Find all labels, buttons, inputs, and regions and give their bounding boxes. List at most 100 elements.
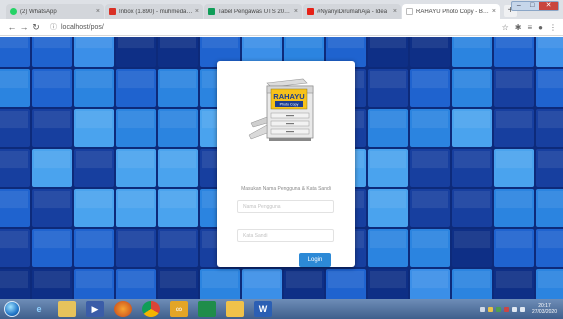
background-tile-highlight [286,37,322,49]
tab-rahayu[interactable]: RAHAYU Photo Copy - Bootstr × [402,4,500,19]
logo-brand-text: RAHAYU [273,92,304,101]
background-tile-highlight [34,111,70,129]
close-tab-icon[interactable]: × [294,8,298,15]
url-field[interactable]: ⓘ localhost/pos/ [50,22,104,32]
background-tile-highlight [496,37,532,49]
sheets-icon[interactable] [198,301,216,317]
clock[interactable]: 20:17 27/03/2020 [532,303,557,315]
background-tile-highlight [0,71,28,89]
background-tile-highlight [0,111,28,129]
tray-app-icon[interactable] [495,306,501,312]
username-input[interactable] [237,200,334,213]
maximize-button[interactable]: □ [526,2,540,10]
background-tile-highlight [496,151,532,169]
tab-title: RAHAYU Photo Copy - Bootstr [416,8,490,15]
background-tile-highlight [370,271,406,289]
close-window-button[interactable]: ✕ [539,2,558,10]
media-icon[interactable]: ▶ [86,301,104,317]
background-tile-highlight [160,191,196,209]
background-tile-highlight [160,111,196,129]
background-tile-highlight [118,111,154,129]
login-button[interactable]: Login [299,253,331,267]
explorer-icon[interactable] [58,301,76,317]
background-tile-highlight [286,271,322,289]
background-tile-highlight [202,271,238,289]
tab-whatsapp[interactable]: (2) WhatsApp × [6,4,104,19]
background-tile-highlight [412,71,448,89]
logo-sub-text: Photo Copy [280,103,299,107]
firefox-icon[interactable] [114,301,132,317]
close-tab-icon[interactable]: × [195,8,199,15]
background-tile-highlight [412,151,448,169]
background-tile-highlight [76,111,112,129]
whatsapp-icon [10,8,17,15]
page-content: RAHAYU Photo Copy Masukan Nama Pengguna … [0,37,563,299]
chrome-icon[interactable] [142,301,160,317]
tray-app-icon[interactable] [503,306,509,312]
volume-icon[interactable] [519,306,525,312]
gmail-icon [109,8,116,15]
ie-icon[interactable]: e [30,301,48,317]
background-tile-highlight [370,191,406,209]
forward-icon[interactable]: → [18,22,30,32]
info-icon[interactable]: ⓘ [50,22,57,32]
background-tile-highlight [412,231,448,249]
background-tile-highlight [496,231,532,249]
background-tile-highlight [454,271,490,289]
background-tile-highlight [118,271,154,289]
folder-icon[interactable] [226,301,244,317]
extension-icon[interactable]: ✱ [515,23,522,32]
network-icon[interactable] [511,306,517,312]
background-tile-highlight [538,151,563,169]
background-tile-highlight [0,191,28,209]
background-tile-highlight [538,111,563,129]
close-tab-icon[interactable]: × [393,8,397,15]
word-icon[interactable]: W [254,301,272,317]
background-tile-highlight [496,271,532,289]
background-tile-highlight [160,271,196,289]
background-tile-highlight [412,37,448,49]
playlist-icon[interactable]: ≡ [527,23,532,32]
background-tile-highlight [76,231,112,249]
app-icon[interactable]: ∞ [170,301,188,317]
background-tile-highlight [370,71,406,89]
background-tile-highlight [538,37,563,49]
taskbar: e ▶ ∞ W 20:17 27/03/2020 [0,299,563,319]
background-tile-highlight [370,111,406,129]
tab-sheets[interactable]: Tabel Pengawas UTS 2020 - Go × [204,4,302,19]
background-tile-highlight [538,71,563,89]
background-tile-highlight [34,37,70,49]
close-tab-icon[interactable]: × [492,8,496,15]
background-tile-highlight [454,71,490,89]
background-tile-highlight [0,271,28,289]
password-input[interactable] [237,229,334,242]
background-tile-highlight [76,71,112,89]
background-tile-highlight [202,37,238,49]
star-icon[interactable]: ☆ [502,23,509,32]
page-icon [406,8,413,15]
profile-icon[interactable]: ● [538,23,543,32]
background-tile-highlight [454,191,490,209]
url-text: localhost/pos/ [61,23,104,31]
close-tab-icon[interactable]: × [96,8,100,15]
tray-arrow-icon[interactable] [479,306,485,312]
background-tile-highlight [370,37,406,49]
tab-youtube[interactable]: #NyanyiDirumahAja - Idea × [303,4,401,19]
minimize-button[interactable]: – [512,2,526,10]
background-tile-highlight [118,191,154,209]
address-bar: ← → ↻ ⓘ localhost/pos/ ☆ ✱ ≡ ● ⋮ [0,19,563,36]
background-tile-highlight [244,37,280,49]
menu-icon[interactable]: ⋮ [549,23,557,32]
start-orb-icon[interactable] [4,301,20,317]
background-tile-highlight [76,151,112,169]
background-tile-highlight [160,71,196,89]
tab-gmail[interactable]: Inbox (1.890) - muhmeda@bu × [105,4,203,19]
sheets-icon [208,8,215,15]
background-tile-highlight [0,151,28,169]
login-instruction: Masukan Nama Pengguna & Kata Sandi [241,186,331,192]
reload-icon[interactable]: ↻ [30,22,42,33]
back-icon[interactable]: ← [6,22,18,32]
background-tile-highlight [34,71,70,89]
window-controls: – □ ✕ [511,1,559,11]
tray-app-icon[interactable] [487,306,493,312]
